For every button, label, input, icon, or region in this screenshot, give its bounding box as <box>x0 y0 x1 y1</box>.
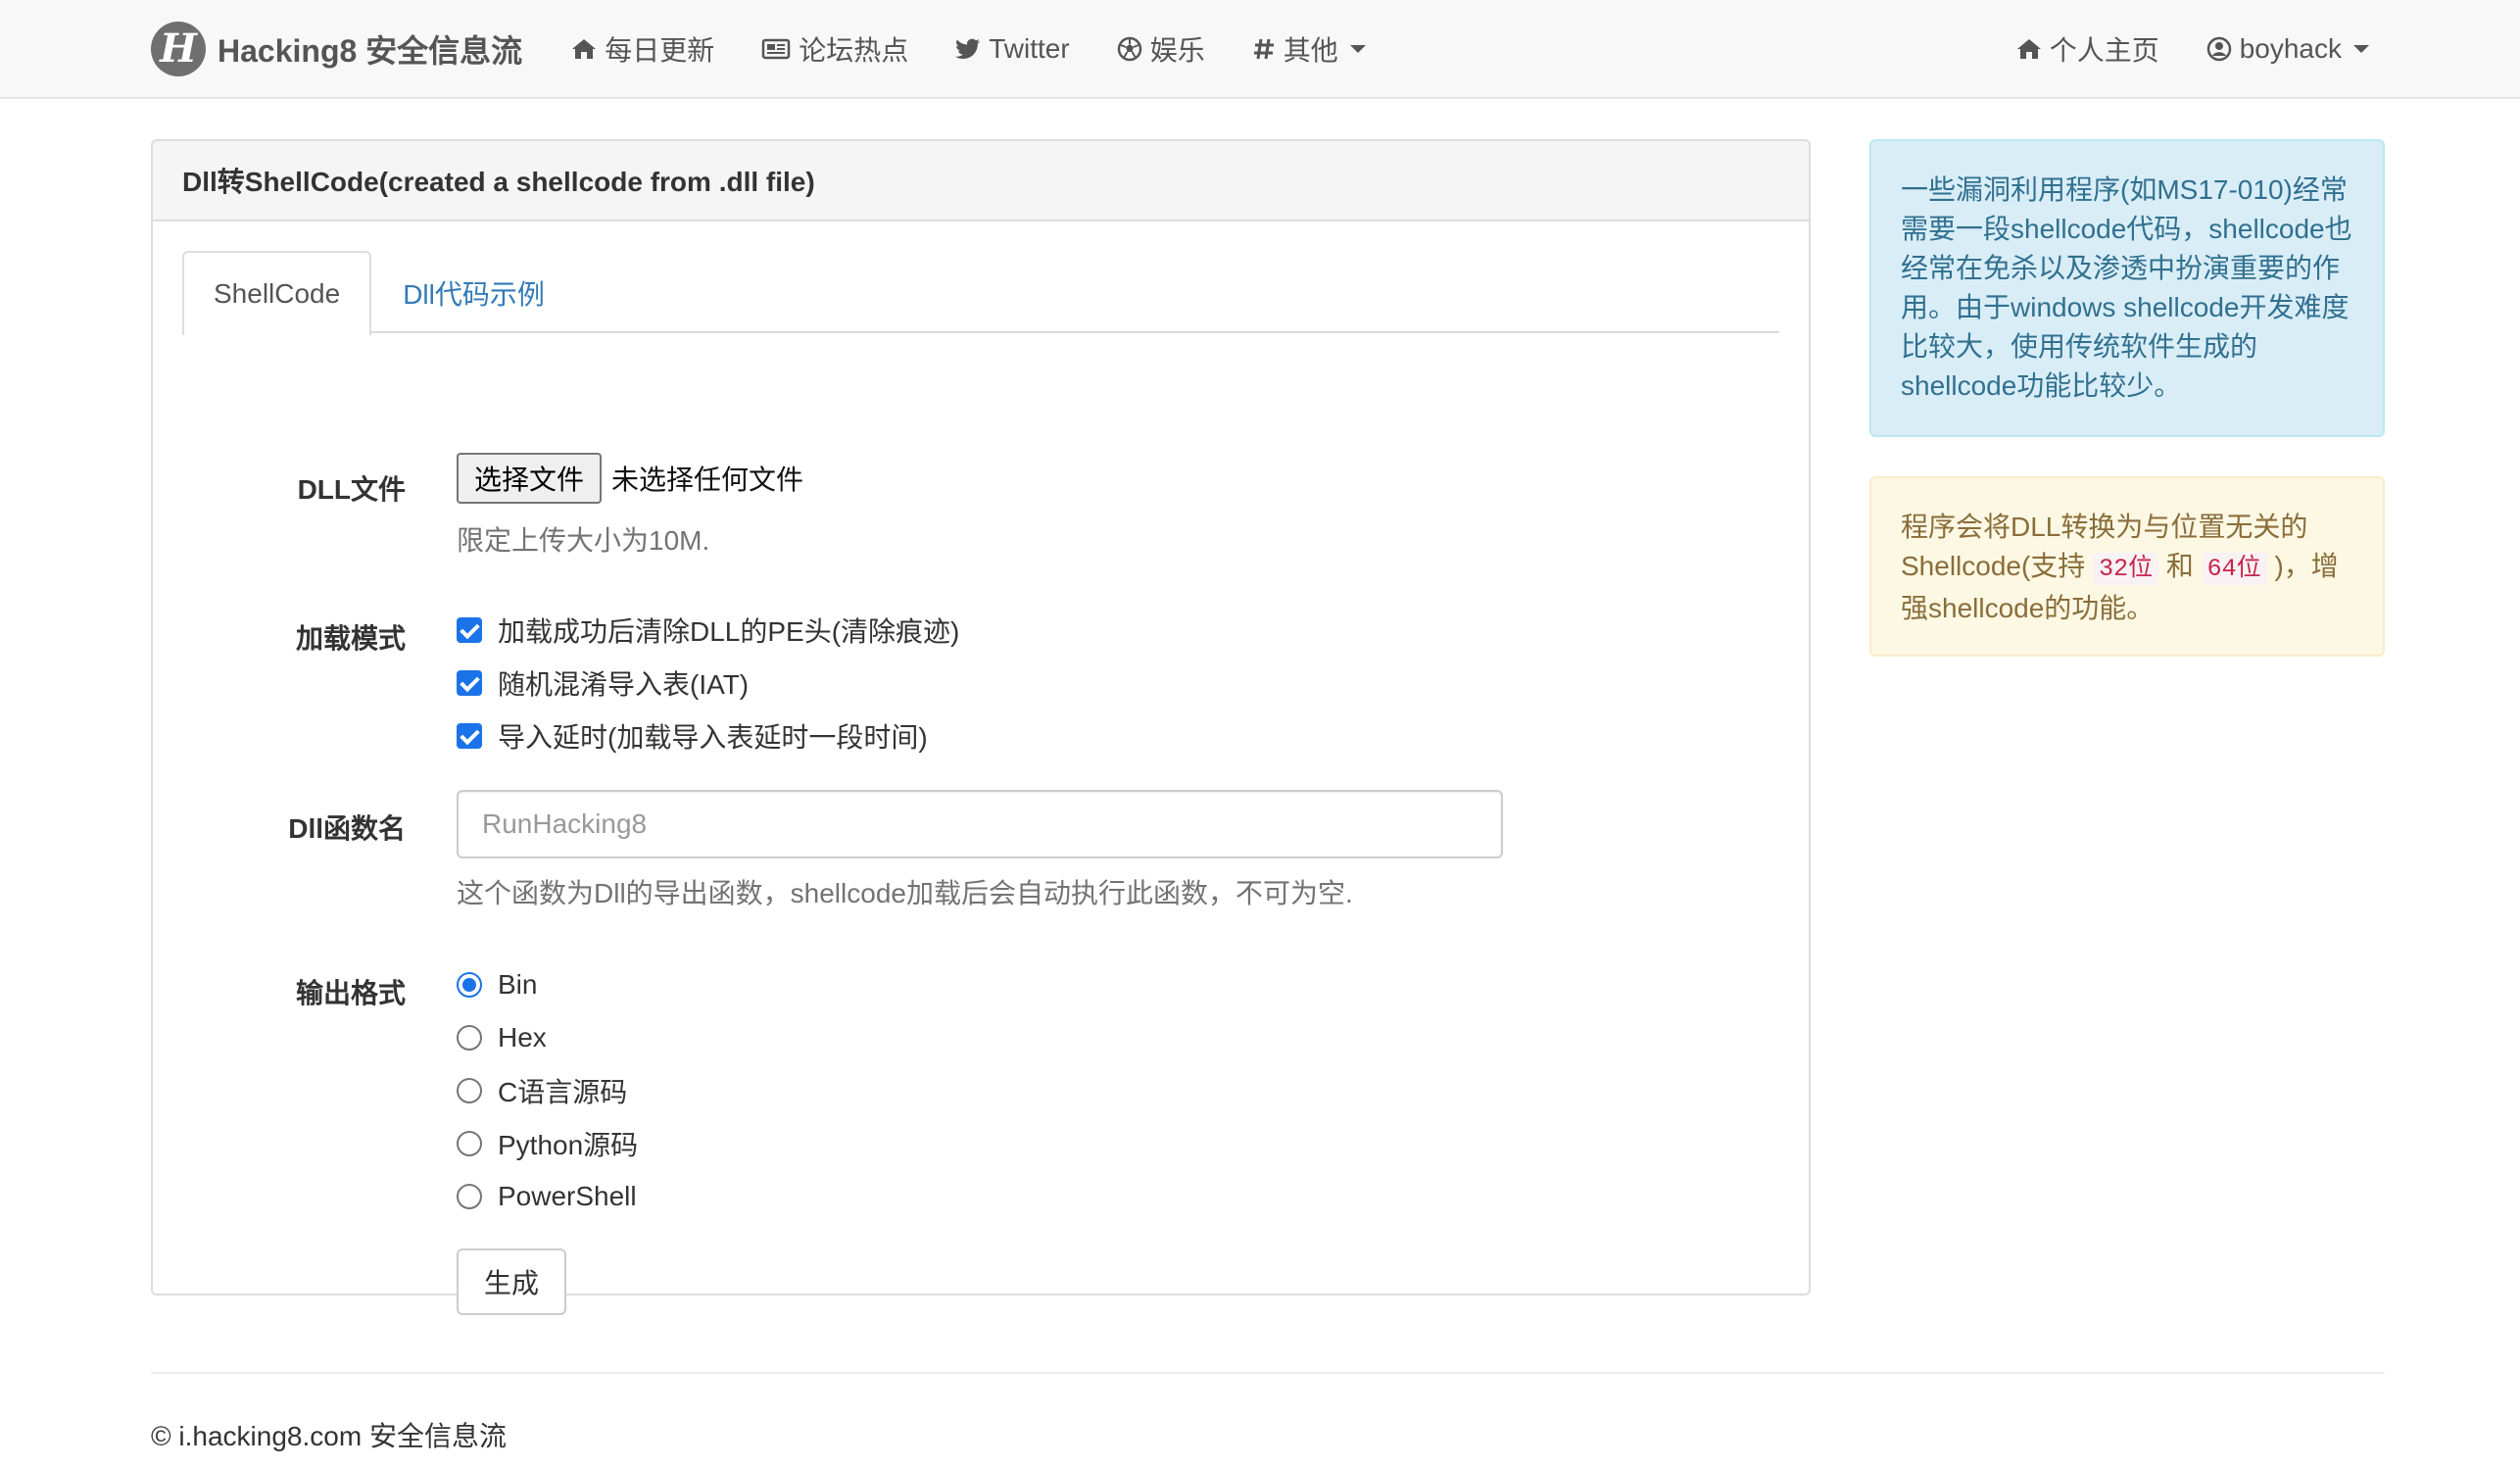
checkbox-label: 加载成功后清除DLL的PE头(清除痕迹) <box>498 616 960 647</box>
radio-label: C语言源码 <box>498 1077 628 1107</box>
warning-alert: 程序会将DLL转换为与位置无关的Shellcode(支持 32位 和 64位 )… <box>1869 476 2385 657</box>
tab-dll-example[interactable]: Dll代码示例 <box>371 251 576 333</box>
brand-link[interactable]: H Hacking8 安全信息流 <box>151 22 522 76</box>
func-name-help: 这个函数为Dll的导出函数，shellcode加载后会自动执行此函数，不可为空. <box>457 878 1353 908</box>
warning-text-middle: 和 <box>2158 551 2202 581</box>
nav-item-entertainment[interactable]: 娱乐 <box>1117 29 1205 69</box>
output-format-label: 输出格式 <box>295 978 406 1008</box>
dll-file-control: 选择文件 未选择任何文件 限定上传大小为10M. <box>457 453 803 559</box>
navbar: H Hacking8 安全信息流 每日更新 论坛热点 Twitter 娱乐 其他 <box>0 0 2520 99</box>
converter-panel: Dll转ShellCode(created a shellcode from .… <box>151 139 1811 1315</box>
brand-logo-letter: H <box>160 25 197 72</box>
panel-body: ShellCode Dll代码示例 DLL文件 选择文件 未选择任何文件 限定上… <box>153 221 1809 1315</box>
nav-item-daily[interactable]: 每日更新 <box>571 29 714 69</box>
radio-unselected-icon[interactable] <box>457 1184 482 1209</box>
nav-item-other-dropdown[interactable]: 其他 <box>1252 29 1366 69</box>
radio-unselected-icon[interactable] <box>457 1078 482 1103</box>
nav-item-label: 其他 <box>1283 35 1338 66</box>
radio-unselected-icon[interactable] <box>457 1131 482 1156</box>
output-format-options: Bin Hex C语言源码 Python源码 PowerShell <box>457 958 638 1223</box>
newspaper-icon <box>761 38 791 60</box>
brand-logo-icon: H <box>151 22 206 76</box>
radio-label: Bin <box>498 969 538 1000</box>
func-name-label: Dll函数名 <box>288 813 406 844</box>
choose-file-button[interactable]: 选择文件 <box>457 453 603 504</box>
generate-button[interactable]: 生成 <box>457 1248 567 1315</box>
panel-heading: Dll转ShellCode(created a shellcode from .… <box>153 141 1809 221</box>
user-menu-dropdown[interactable]: boyhack <box>2206 33 2369 65</box>
nav-item-twitter[interactable]: Twitter <box>955 33 1070 65</box>
radio-selected-icon[interactable] <box>457 972 482 998</box>
checkbox-label: 随机混淆导入表(IAT) <box>498 669 750 700</box>
checkbox-label: 导入延时(加载导入表延时一段时间) <box>498 722 928 753</box>
func-name-control: 这个函数为Dll的导出函数，shellcode加载后会自动执行此函数，不可为空. <box>457 790 1503 911</box>
code-64bit: 64位 <box>2201 553 2267 585</box>
caret-down-icon <box>2353 45 2369 53</box>
user-circle-icon <box>2206 36 2231 62</box>
user-name: boyhack <box>2239 33 2342 64</box>
radio-powershell[interactable]: PowerShell <box>457 1170 638 1223</box>
nav-item-profile[interactable]: 个人主页 <box>2016 29 2159 69</box>
tab-bar: ShellCode Dll代码示例 <box>182 251 1779 335</box>
nav-item-label: 个人主页 <box>2049 35 2159 66</box>
nav-item-label: 每日更新 <box>605 35 715 66</box>
checkbox-checked-icon[interactable] <box>457 723 482 749</box>
file-input: 选择文件 未选择任何文件 <box>457 453 803 504</box>
radio-python-source[interactable]: Python源码 <box>457 1117 638 1170</box>
nav-item-forum[interactable]: 论坛热点 <box>761 29 908 69</box>
dll-file-label: DLL文件 <box>297 474 406 505</box>
navbar-right: 个人主页 boyhack <box>1993 29 2369 69</box>
nav-item-label: 论坛热点 <box>799 35 909 66</box>
submit-control: 生成 <box>457 1248 567 1315</box>
radio-c-source[interactable]: C语言源码 <box>457 1064 638 1117</box>
load-mode-options: 加载成功后清除DLL的PE头(清除痕迹) 随机混淆导入表(IAT) 导入延时(加… <box>457 604 959 762</box>
home-icon <box>2016 39 2041 59</box>
brand-text: Hacking8 安全信息流 <box>218 33 523 69</box>
caret-down-icon <box>1349 45 1366 53</box>
code-32bit: 32位 <box>2093 553 2159 585</box>
file-size-help: 限定上传大小为10M. <box>457 525 710 556</box>
checkbox-obfuscate-iat[interactable]: 随机混淆导入表(IAT) <box>457 657 959 710</box>
radio-label: PowerShell <box>498 1181 637 1211</box>
home-icon <box>572 39 597 59</box>
tab-shellcode[interactable]: ShellCode <box>182 251 372 335</box>
checkbox-checked-icon[interactable] <box>457 617 482 643</box>
load-mode-label: 加载模式 <box>295 623 406 654</box>
nav-item-label: 娱乐 <box>1149 35 1205 66</box>
func-name-input[interactable] <box>457 790 1503 858</box>
navbar-inner: H Hacking8 安全信息流 每日更新 论坛热点 Twitter 娱乐 其他 <box>151 0 2369 98</box>
radio-label: Python源码 <box>498 1130 639 1160</box>
panel-title: Dll转ShellCode(created a shellcode from .… <box>182 167 815 197</box>
radio-label: Hex <box>498 1022 547 1052</box>
file-status: 未选择任何文件 <box>611 465 804 495</box>
footer-divider <box>151 1372 2385 1374</box>
checkbox-clear-pe-header[interactable]: 加载成功后清除DLL的PE头(清除痕迹) <box>457 604 959 657</box>
info-alert: 一些漏洞利用程序(如MS17-010)经常需要一段shellcode代码，she… <box>1869 139 2385 437</box>
info-alert-text: 一些漏洞利用程序(如MS17-010)经常需要一段shellcode代码，she… <box>1901 174 2352 401</box>
radio-hex[interactable]: Hex <box>457 1011 638 1064</box>
footer-copyright: © i.hacking8.com 安全信息流 <box>151 1421 507 1451</box>
checkbox-checked-icon[interactable] <box>457 670 482 696</box>
hashtag-icon <box>1253 38 1274 60</box>
radio-unselected-icon[interactable] <box>457 1025 482 1051</box>
checkbox-import-delay[interactable]: 导入延时(加载导入表延时一段时间) <box>457 710 959 762</box>
soccer-ball-icon <box>1117 36 1141 62</box>
nav-item-label: Twitter <box>989 33 1070 64</box>
radio-bin[interactable]: Bin <box>457 958 638 1011</box>
twitter-icon <box>955 38 981 60</box>
